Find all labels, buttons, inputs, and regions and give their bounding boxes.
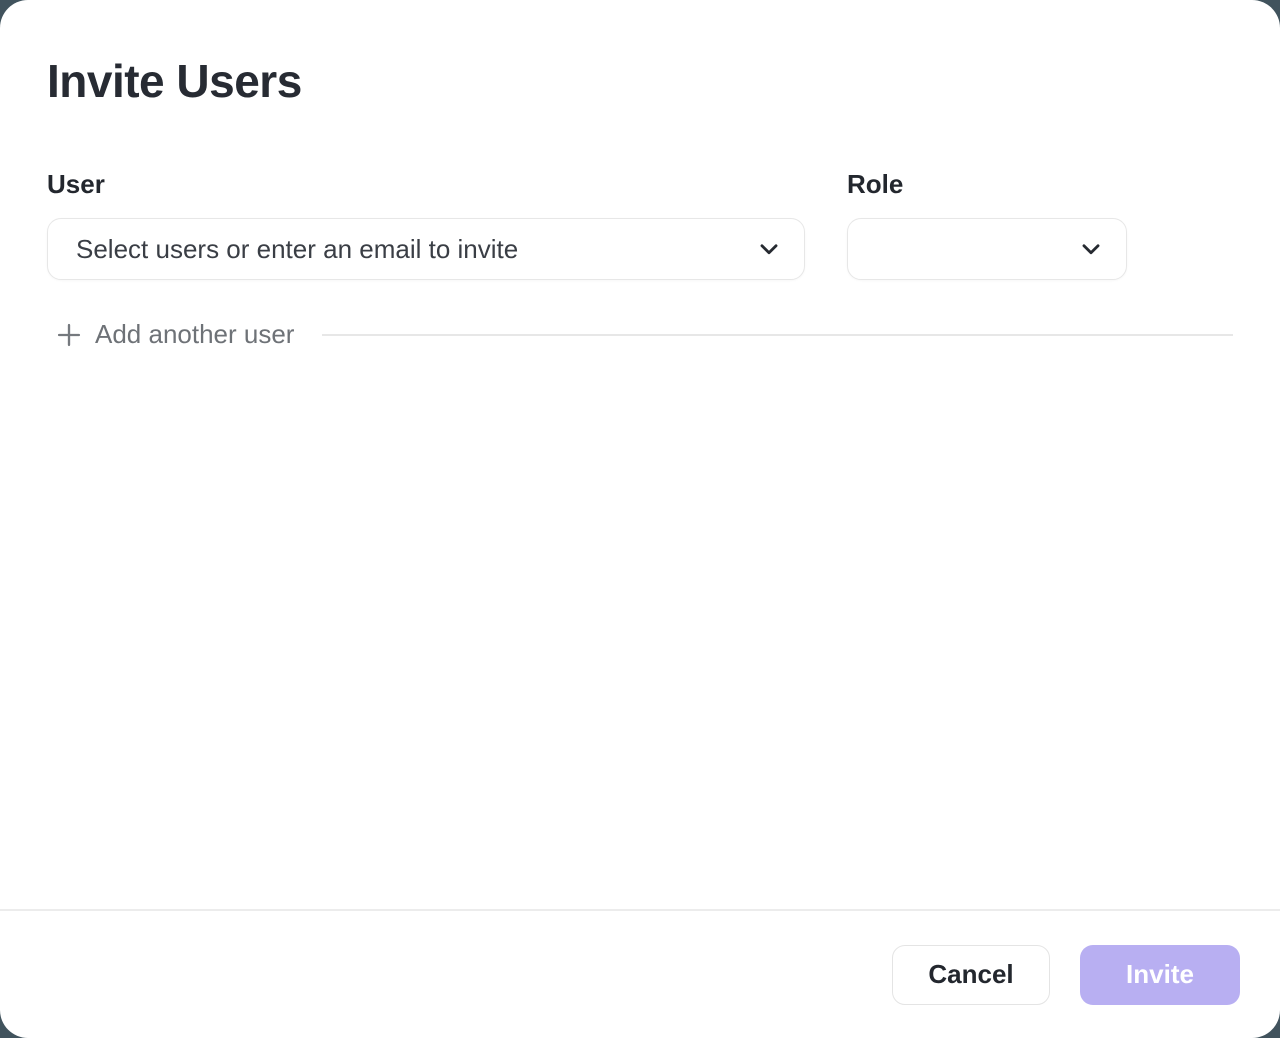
- role-field-label: Role: [847, 169, 1127, 200]
- invite-button[interactable]: Invite: [1080, 945, 1240, 1005]
- dialog-body: Invite Users User Select users or enter …: [0, 0, 1280, 909]
- cancel-button[interactable]: Cancel: [892, 945, 1050, 1005]
- user-select-placeholder: Select users or enter an email to invite: [76, 234, 756, 265]
- user-field-label: User: [47, 169, 805, 200]
- page-title: Invite Users: [47, 54, 1233, 109]
- add-another-user-label: Add another user: [95, 319, 294, 350]
- add-user-row: Add another user: [47, 319, 1233, 350]
- dialog-footer: Cancel Invite: [0, 909, 1280, 1038]
- role-field-group: Role: [847, 169, 1127, 280]
- add-user-divider: [322, 334, 1233, 336]
- chevron-down-icon: [1078, 236, 1104, 262]
- invite-users-dialog: Invite Users User Select users or enter …: [0, 0, 1280, 1038]
- chevron-down-icon: [756, 236, 782, 262]
- role-select[interactable]: [847, 218, 1127, 280]
- user-select[interactable]: Select users or enter an email to invite: [47, 218, 805, 280]
- plus-icon: [55, 321, 83, 349]
- user-role-row: User Select users or enter an email to i…: [47, 169, 1233, 280]
- user-field-group: User Select users or enter an email to i…: [47, 169, 805, 280]
- add-another-user-button[interactable]: Add another user: [47, 319, 300, 350]
